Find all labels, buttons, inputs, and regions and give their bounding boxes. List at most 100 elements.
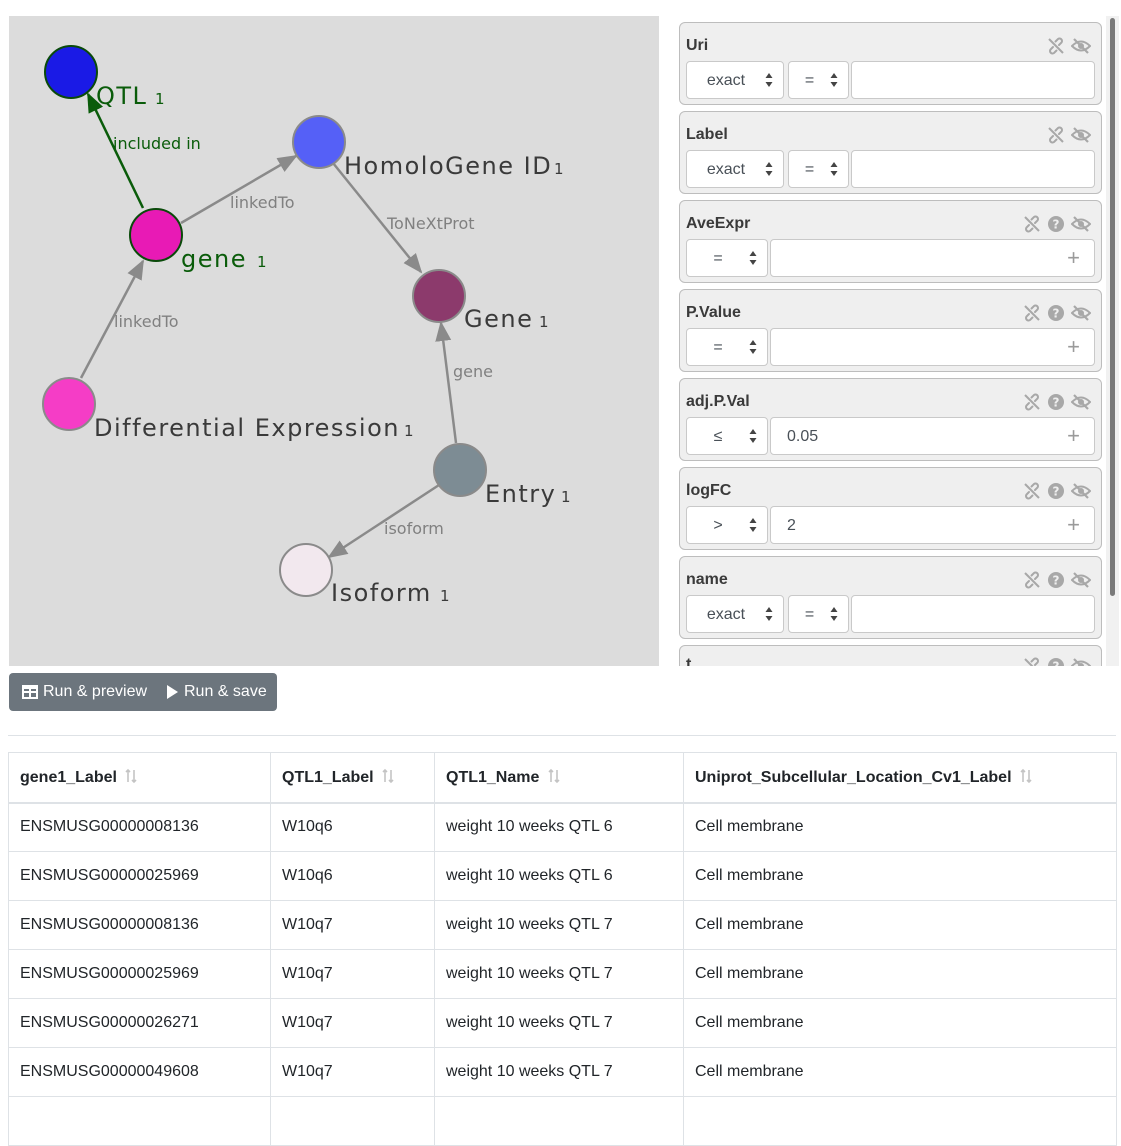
- column-header-qtl1-name[interactable]: QTL1_Name: [434, 752, 684, 804]
- scrollbar-thumb[interactable]: [1110, 18, 1115, 596]
- table-cell: ENSMUSG00000008136: [8, 900, 271, 950]
- help-icon[interactable]: ?: [1047, 657, 1065, 666]
- column-header-uniprot-location[interactable]: Uniprot_Subcellular_Location_Cv1_Label: [683, 752, 1117, 804]
- filter-title: AveExpr: [686, 215, 751, 232]
- match-mode-select[interactable]: exact: [686, 595, 784, 633]
- node-gene-selected[interactable]: gene 1: [129, 208, 267, 273]
- edge-entry-gene[interactable]: [435, 321, 458, 444]
- eye-slash-icon[interactable]: [1071, 393, 1091, 411]
- name-value-input[interactable]: [851, 595, 1095, 633]
- results-table: gene1_Label QTL1_Label QTL1_Name Uniprot…: [8, 752, 1117, 1146]
- node-label: Gene: [464, 305, 533, 333]
- table-cell: ENSMUSG00000025969: [8, 851, 271, 901]
- unlink-icon[interactable]: [1047, 126, 1065, 144]
- logfc-value-input[interactable]: 2 +: [770, 506, 1095, 544]
- uri-value-input[interactable]: [851, 61, 1095, 99]
- operator-select[interactable]: =: [788, 595, 849, 633]
- node-entry[interactable]: Entry 1: [433, 443, 571, 508]
- table-row: ENSMUSG00000049608 W10q7 weight 10 weeks…: [8, 1047, 1117, 1097]
- sort-icon[interactable]: [382, 768, 394, 784]
- sort-icon[interactable]: [1020, 768, 1032, 784]
- aveexpr-value-input[interactable]: +: [770, 239, 1095, 277]
- add-icon[interactable]: +: [1067, 514, 1080, 536]
- run-save-button[interactable]: Run & save: [154, 673, 277, 711]
- eye-slash-icon[interactable]: [1071, 37, 1091, 55]
- node-isoform[interactable]: Isoform 1: [279, 543, 450, 607]
- help-icon[interactable]: ?: [1047, 482, 1065, 500]
- run-preview-button[interactable]: Run & preview: [9, 673, 154, 711]
- operator-select[interactable]: ≤: [686, 417, 768, 455]
- table-cell: weight 10 weeks QTL 7: [434, 900, 684, 950]
- node-label: QTL: [96, 82, 147, 110]
- filter-title: P.Value: [686, 304, 741, 321]
- node-gene[interactable]: Gene 1: [412, 269, 549, 333]
- column-header-gene1-label[interactable]: gene1_Label: [8, 752, 271, 804]
- node-qtl[interactable]: QTL 1: [44, 45, 165, 110]
- label-value-input[interactable]: [851, 150, 1095, 188]
- table-cell: Cell membrane: [683, 900, 1117, 950]
- svg-text:?: ?: [1053, 218, 1060, 232]
- node-label: HomoloGene ID: [344, 152, 552, 180]
- edge-label-isoform: isoform: [384, 519, 444, 538]
- unlink-icon[interactable]: [1023, 482, 1041, 500]
- query-graph-canvas[interactable]: included in linkedTo linkedTo ToNeXtProt…: [9, 16, 659, 666]
- edge-label-tonextprot: ToNeXtProt: [386, 214, 475, 233]
- filter-card-adj-pval: adj.P.Val ? ≤ 0.05 +: [679, 378, 1102, 461]
- edge-gene-homologene[interactable]: [180, 154, 298, 225]
- eye-slash-icon[interactable]: [1071, 657, 1091, 666]
- run-button-group: Run & preview Run & save: [9, 673, 277, 711]
- unlink-icon[interactable]: [1023, 304, 1041, 322]
- filter-card-logfc: logFC ? > 2 +: [679, 467, 1102, 550]
- help-icon[interactable]: ?: [1047, 215, 1065, 233]
- unlink-icon[interactable]: [1023, 571, 1041, 589]
- sort-icon[interactable]: [125, 768, 137, 784]
- table-cell: ENSMUSG00000008136: [8, 802, 271, 852]
- eye-slash-icon[interactable]: [1071, 126, 1091, 144]
- filter-title: name: [686, 571, 728, 588]
- help-icon[interactable]: ?: [1047, 571, 1065, 589]
- table-cell: Cell membrane: [683, 949, 1117, 999]
- table-row: ENSMUSG00000025969 W10q6 weight 10 weeks…: [8, 851, 1117, 901]
- sort-icon[interactable]: [548, 768, 560, 784]
- operator-select[interactable]: =: [686, 239, 768, 277]
- operator-select[interactable]: >: [686, 506, 768, 544]
- adj-pval-value-input[interactable]: 0.05 +: [770, 417, 1095, 455]
- table-cell: weight 10 weeks QTL 7: [434, 998, 684, 1048]
- unlink-icon[interactable]: [1023, 393, 1041, 411]
- filter-card-pvalue: P.Value ? = +: [679, 289, 1102, 372]
- eye-slash-icon[interactable]: [1071, 304, 1091, 322]
- node-homologene-id[interactable]: HomoloGene ID 1: [292, 115, 564, 180]
- operator-select[interactable]: =: [788, 61, 849, 99]
- unlink-icon[interactable]: [1023, 215, 1041, 233]
- node-label: Isoform: [331, 579, 432, 607]
- match-mode-select[interactable]: exact: [686, 61, 784, 99]
- query-graph[interactable]: included in linkedTo linkedTo ToNeXtProt…: [9, 16, 659, 666]
- add-icon[interactable]: +: [1067, 247, 1080, 269]
- table-row: ENSMUSG00000008136 W10q6 weight 10 weeks…: [8, 802, 1117, 852]
- node-count: 1: [404, 422, 414, 440]
- help-icon[interactable]: ?: [1047, 393, 1065, 411]
- node-count: 1: [257, 253, 267, 271]
- node-differential-expression[interactable]: Differential Expression 1: [42, 377, 414, 442]
- table-row: ENSMUSG00000025969 W10q7 weight 10 weeks…: [8, 949, 1117, 999]
- filter-panel[interactable]: Uri exact = Label exact = AveExpr ? = + …: [677, 16, 1119, 666]
- table-cell: [683, 1096, 1117, 1146]
- operator-select[interactable]: =: [788, 150, 849, 188]
- table-cell: Cell membrane: [683, 1047, 1117, 1097]
- unlink-icon[interactable]: [1023, 657, 1041, 666]
- help-icon[interactable]: ?: [1047, 304, 1065, 322]
- add-icon[interactable]: +: [1067, 336, 1080, 358]
- table-cell: W10q6: [270, 851, 435, 901]
- eye-slash-icon[interactable]: [1071, 482, 1091, 500]
- match-mode-select[interactable]: exact: [686, 150, 784, 188]
- eye-slash-icon[interactable]: [1071, 215, 1091, 233]
- node-count: 1: [155, 90, 165, 108]
- pvalue-value-input[interactable]: +: [770, 328, 1095, 366]
- operator-select[interactable]: =: [686, 328, 768, 366]
- eye-slash-icon[interactable]: [1071, 571, 1091, 589]
- column-header-qtl1-label[interactable]: QTL1_Label: [270, 752, 435, 804]
- table-row: ENSMUSG00000008136 W10q7 weight 10 weeks…: [8, 900, 1117, 950]
- unlink-icon[interactable]: [1047, 37, 1065, 55]
- filter-card-aveexpr: AveExpr ? = +: [679, 200, 1102, 283]
- add-icon[interactable]: +: [1067, 425, 1080, 447]
